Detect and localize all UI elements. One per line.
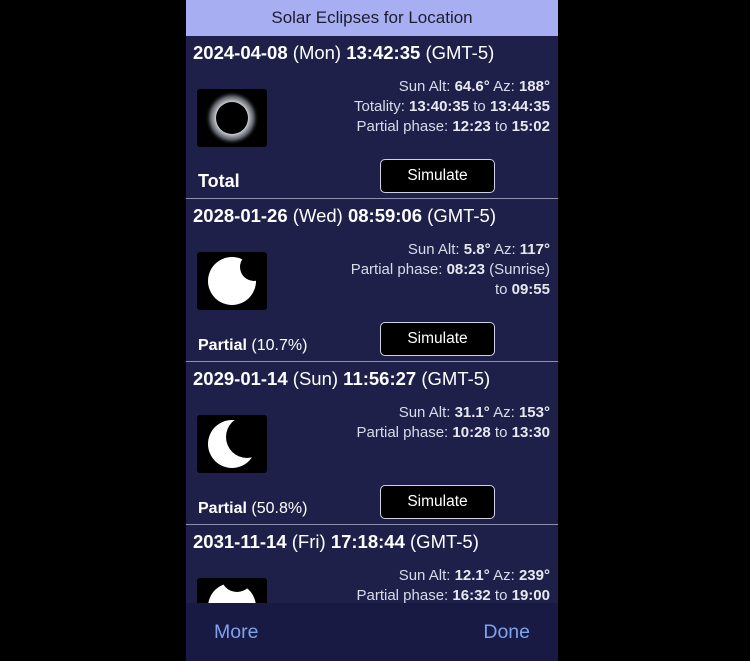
- info-value: 13:40:35: [409, 98, 470, 115]
- info-label: Az:: [489, 78, 519, 95]
- info-value: 09:55: [511, 281, 550, 298]
- partial-eclipse-icon: [197, 578, 267, 603]
- partial-eclipse-icon: [197, 252, 267, 310]
- eclipse-weekday: (Fri): [291, 531, 326, 552]
- eclipse-datetime: 2028-01-26 (Wed) 08:59:06 (GMT-5): [193, 205, 496, 227]
- info-label: Sun Alt:: [398, 567, 455, 584]
- info-line: Partial phase: 12:23 to 15:02: [354, 117, 551, 137]
- eclipse-timezone: (GMT-5): [425, 42, 495, 63]
- eclipse-list[interactable]: 2024-04-08 (Mon) 13:42:35 (GMT-5) Sun Al…: [186, 36, 558, 603]
- info-value: 13:30: [511, 424, 550, 441]
- eclipse-time: 13:42:35: [346, 42, 421, 63]
- eclipse-details: Sun Alt: 12.1° Az: 239° Partial phase: 1…: [357, 566, 551, 603]
- info-value: 16:32: [452, 587, 491, 603]
- info-line: to 09:55: [351, 280, 550, 300]
- eclipse-percent: (50.8%): [251, 500, 308, 517]
- eclipse-type: Total: [198, 171, 240, 192]
- info-value: 19:00: [511, 587, 550, 603]
- info-line: Totality: 13:40:35 to 13:44:35: [354, 97, 550, 117]
- info-label: to: [490, 118, 512, 135]
- info-label: Partial phase:: [356, 118, 453, 135]
- eclipse-details: Sun Alt: 31.1° Az: 153° Partial phase: 1…: [357, 403, 551, 443]
- info-label: Az:: [489, 567, 519, 584]
- info-label: Az:: [489, 404, 519, 421]
- eclipse-date: 2028-01-26: [193, 205, 288, 226]
- info-line: Sun Alt: 12.1° Az: 239°: [357, 566, 550, 586]
- info-label: to: [490, 424, 512, 441]
- info-value: 12.1°: [454, 567, 490, 584]
- eclipse-timezone: (GMT-5): [410, 531, 479, 552]
- eclipse-card: 2028-01-26 (Wed) 08:59:06 (GMT-5) Sun Al…: [186, 199, 558, 362]
- info-value: 08:23: [446, 261, 485, 278]
- eclipse-time: 17:18:44: [330, 531, 405, 552]
- bottom-toolbar: More Done: [186, 603, 558, 661]
- info-value: 12:23: [452, 118, 491, 135]
- eclipse-timezone: (GMT-5): [421, 368, 491, 389]
- eclipse-type: Partial (50.8%): [198, 500, 307, 518]
- info-label: Az:: [490, 241, 520, 258]
- eclipse-date: 2024-04-08: [193, 42, 288, 63]
- eclipse-date: 2031-11-14: [193, 531, 287, 552]
- info-value: 15:02: [511, 118, 550, 135]
- info-value: 31.1°: [454, 404, 490, 421]
- eclipse-details: Sun Alt: 64.6° Az: 188° Totality: 13:40:…: [354, 77, 550, 137]
- info-value: 239°: [518, 567, 550, 584]
- eclipse-type-label: Partial: [198, 337, 247, 354]
- info-label: (Sunrise): [484, 261, 550, 278]
- title-bar: Solar Eclipses for Location: [186, 0, 558, 36]
- eclipse-weekday: (Mon): [292, 42, 342, 63]
- info-line: Partial phase: 08:23 (Sunrise): [351, 260, 550, 280]
- simulate-button[interactable]: Simulate: [380, 159, 495, 193]
- eclipse-type: Partial (10.7%): [198, 337, 307, 355]
- info-label: Partial phase:: [356, 587, 453, 603]
- info-value: 13:44:35: [489, 98, 550, 115]
- info-value: 188°: [518, 78, 550, 95]
- more-button[interactable]: More: [214, 621, 258, 644]
- eclipse-type-label: Total: [198, 171, 240, 191]
- eclipse-datetime: 2029-01-14 (Sun) 11:56:27 (GMT-5): [193, 368, 490, 390]
- info-line: Sun Alt: 31.1° Az: 153°: [357, 403, 550, 423]
- info-value: 64.6°: [454, 78, 490, 95]
- partial-eclipse-icon: [197, 415, 267, 473]
- info-label: Sun Alt:: [407, 241, 464, 258]
- eclipse-card: 2031-11-14 (Fri) 17:18:44 (GMT-5) Sun Al…: [186, 525, 558, 603]
- simulate-button[interactable]: Simulate: [380, 322, 495, 356]
- info-label: Partial phase:: [356, 424, 453, 441]
- info-line: Sun Alt: 64.6° Az: 188°: [354, 77, 550, 97]
- simulate-button[interactable]: Simulate: [380, 485, 495, 519]
- eclipse-time: 08:59:06: [347, 205, 423, 226]
- eclipse-timezone: (GMT-5): [427, 205, 497, 226]
- info-label: to: [469, 98, 490, 115]
- info-value: 117°: [519, 241, 550, 258]
- page-title: Solar Eclipses for Location: [271, 8, 473, 27]
- info-label: Sun Alt:: [398, 404, 455, 421]
- info-line: Sun Alt: 5.8° Az: 117°: [351, 240, 550, 260]
- eclipse-details: Sun Alt: 5.8° Az: 117° Partial phase: 08…: [351, 240, 550, 300]
- info-label: Partial phase:: [350, 261, 447, 278]
- eclipse-type-label: Partial: [198, 500, 247, 517]
- info-label: to: [490, 587, 512, 603]
- eclipse-percent: (10.7%): [251, 337, 308, 354]
- eclipse-datetime: 2031-11-14 (Fri) 17:18:44 (GMT-5): [193, 531, 479, 553]
- info-value: 10:28: [452, 424, 491, 441]
- info-value: 153°: [518, 404, 550, 421]
- info-label: Totality:: [354, 98, 410, 115]
- eclipse-card: 2029-01-14 (Sun) 11:56:27 (GMT-5) Sun Al…: [186, 362, 558, 525]
- info-label: Sun Alt:: [398, 78, 455, 95]
- phone-screen: Solar Eclipses for Location 2024-04-08 (…: [186, 0, 558, 661]
- info-line: Partial phase: 10:28 to 13:30: [357, 423, 551, 443]
- eclipse-time: 11:56:27: [343, 368, 417, 389]
- eclipse-date: 2029-01-14: [193, 368, 288, 389]
- eclipse-card: 2024-04-08 (Mon) 13:42:35 (GMT-5) Sun Al…: [186, 36, 558, 199]
- info-value: 5.8°: [463, 241, 491, 258]
- done-button[interactable]: Done: [483, 621, 530, 644]
- total-eclipse-icon: [197, 89, 267, 147]
- info-line: Partial phase: 16:32 to 19:00: [357, 586, 551, 603]
- eclipse-weekday: (Sun): [292, 368, 339, 389]
- eclipse-weekday: (Wed): [292, 205, 343, 226]
- eclipse-datetime: 2024-04-08 (Mon) 13:42:35 (GMT-5): [193, 42, 494, 64]
- info-label: to: [494, 281, 512, 298]
